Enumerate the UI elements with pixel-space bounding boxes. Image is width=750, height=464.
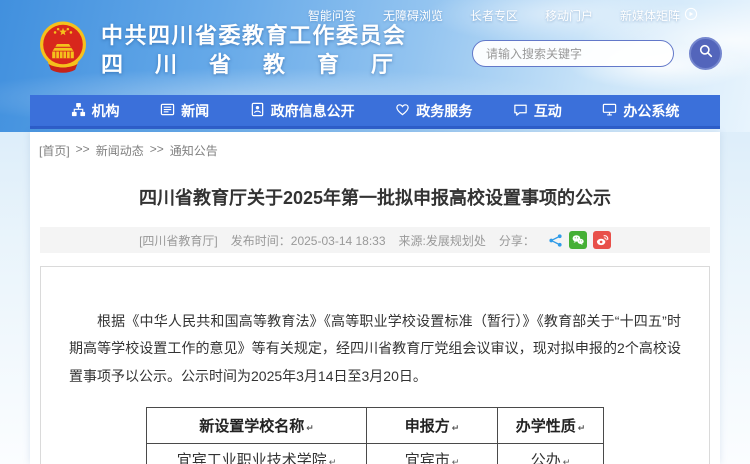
topbar-link-new-media[interactable]: 新媒体矩阵 [620,7,698,24]
meta-origin: 来源:发展规划处 [399,232,486,249]
nav-item-office-system[interactable]: 办公系统 [602,101,679,121]
meta-share-label: 分享： [499,232,535,249]
search-input[interactable] [472,40,674,67]
breadcrumb-home[interactable]: [首页] [39,142,70,159]
nav-item-news[interactable]: 新闻 [160,101,209,121]
table-header-row: 新设置学校名称↵ 申报方↵ 办学性质↵ [147,407,604,443]
page-title: 四川省教育厅关于2025年第一批拟申报高校设置事项的公示 [30,184,720,210]
site-logo-block: 中共四川省委教育工作委员会 四川省教育厅 [36,20,407,83]
search-button[interactable] [689,37,722,70]
breadcrumb-separator: >> [150,142,164,159]
site-titles: 中共四川省委教育工作委员会 四川省教育厅 [101,22,407,81]
wechat-share-icon[interactable] [569,231,587,249]
article-meta-bar: [四川省教育厅] 发布时间：2025-03-14 18:33 来源:发展规划处 … [40,227,710,253]
share-nodes-icon[interactable] [548,233,563,248]
main-nav: 机构 新闻 政府信息公开 政务服务 互动 办公系统 [30,95,720,129]
breadcrumb-separator: >> [76,142,90,159]
monitor-icon [602,102,617,120]
meta-source-bracket: [四川省教育厅] [139,232,218,249]
weibo-share-icon[interactable] [593,231,611,249]
cell-nature: 公办↵ [498,443,604,464]
col-header-applicant: 申报方↵ [367,407,498,443]
nav-label: 政府信息公开 [271,101,355,121]
article-body-paragraph: 根据《中华人民共和国高等教育法》《高等职业学校设置标准（暂行）》《教育部关于“十… [41,267,709,390]
search-area [472,37,722,70]
table-row: 宜宾工业职业技术学院↵ 宜宾市↵ 公办↵ [147,443,604,464]
return-mark: ↵ [452,458,460,464]
new-media-circle-icon [684,7,698,24]
gov-info-icon [250,102,265,120]
breadcrumb: [首页] >> 新闻动态 >> 通知公告 [30,132,720,159]
nav-label: 互动 [534,101,562,121]
content-column: [首页] >> 新闻动态 >> 通知公告 四川省教育厅关于2025年第一批拟申报… [30,132,720,464]
org-icon [71,102,86,120]
news-icon [160,102,175,120]
topbar-link-mobile-portal[interactable]: 移动门户 [545,7,593,24]
share-buttons [548,231,611,249]
nav-item-organization[interactable]: 机构 [71,101,120,121]
service-heart-icon [395,102,410,120]
meta-publish-time: 发布时间：2025-03-14 18:33 [231,232,386,249]
nav-item-gov-services[interactable]: 政务服务 [395,101,472,121]
cell-applicant: 宜宾市↵ [367,443,498,464]
chat-icon [513,102,528,120]
nav-label: 办公系统 [623,101,679,121]
nav-item-interaction[interactable]: 互动 [513,101,562,121]
nav-item-gov-info[interactable]: 政府信息公开 [250,101,355,121]
national-emblem-icon [36,20,90,83]
school-table: 新设置学校名称↵ 申报方↵ 办学性质↵ 宜宾工业职业技术学院↵ 宜宾市↵ 公办↵… [146,407,604,464]
return-mark: ↵ [563,458,571,464]
col-header-school-name: 新设置学校名称↵ [147,407,367,443]
breadcrumb-news[interactable]: 新闻动态 [96,142,144,159]
article-content-box: 根据《中华人民共和国高等教育法》《高等职业学校设置标准（暂行）》《教育部关于“十… [40,266,710,464]
return-mark: ↵ [306,424,314,434]
nav-label: 新闻 [181,101,209,121]
search-icon [698,43,714,64]
org-title-department: 四川省教育厅 [101,49,393,81]
return-mark: ↵ [452,424,460,434]
nav-label: 机构 [92,101,120,121]
cell-school-name: 宜宾工业职业技术学院↵ [147,443,367,464]
return-mark: ↵ [329,458,337,464]
nav-label: 政务服务 [416,101,472,121]
topbar-link-senior-zone[interactable]: 长者专区 [470,7,518,24]
col-header-nature: 办学性质↵ [498,407,604,443]
breadcrumb-notices[interactable]: 通知公告 [170,142,218,159]
org-title-committee: 中共四川省委教育工作委员会 [101,22,407,50]
return-mark: ↵ [578,424,586,434]
